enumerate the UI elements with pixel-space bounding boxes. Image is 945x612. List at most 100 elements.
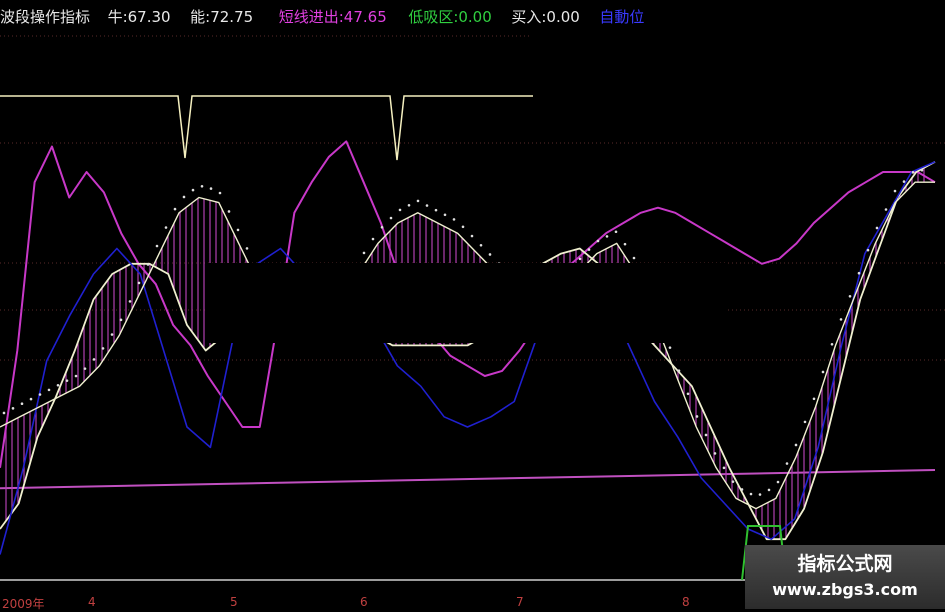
dot-point xyxy=(119,318,123,322)
x-tick: 6 xyxy=(360,595,368,609)
dot-point xyxy=(128,300,132,303)
dot-point xyxy=(578,257,582,261)
histogram-bars xyxy=(5,167,925,540)
dot-point xyxy=(155,244,159,248)
dot-point xyxy=(785,462,789,465)
dot-point xyxy=(605,235,609,238)
dot-point xyxy=(2,411,6,415)
dot-point xyxy=(398,208,402,212)
dot-point xyxy=(695,415,699,418)
dot-point xyxy=(461,225,465,229)
bull-value: 67.30 xyxy=(127,8,171,26)
dot-point xyxy=(722,466,726,470)
energy-label: 能: xyxy=(190,8,211,26)
dot-point xyxy=(488,253,492,256)
short-label: 短线进出: xyxy=(278,8,344,26)
dot-point xyxy=(470,234,474,238)
dot-point xyxy=(749,492,753,496)
masked-region xyxy=(207,263,727,343)
dot-point xyxy=(830,342,834,346)
x-tick: 2009年 xyxy=(2,597,45,611)
dot-point xyxy=(137,281,141,285)
dot-point xyxy=(29,397,33,401)
dot-point xyxy=(407,203,411,207)
dot-point xyxy=(227,210,231,213)
dot-point xyxy=(911,171,915,174)
dot-point xyxy=(902,180,906,183)
dot-point xyxy=(38,393,42,396)
x-tick: 7 xyxy=(516,595,524,609)
dot-point xyxy=(758,493,762,496)
dot-point xyxy=(452,218,456,221)
dot-point xyxy=(65,379,69,382)
dot-point xyxy=(677,369,681,373)
dot-point xyxy=(623,242,627,246)
dot-point xyxy=(164,226,168,229)
indicator-title: 波段操作指标 xyxy=(0,8,91,26)
short-value: 47.65 xyxy=(343,8,387,26)
dot-point xyxy=(416,199,420,203)
dot-point xyxy=(704,433,708,437)
bull-label: 牛: xyxy=(107,8,128,26)
dot-point xyxy=(434,208,438,212)
dot-point xyxy=(236,228,240,232)
dot-point xyxy=(218,191,222,195)
watermark: 指标公式网 www.zbgs3.com xyxy=(745,545,945,609)
dot-point xyxy=(209,187,213,190)
dot-point xyxy=(884,208,888,211)
dot-point xyxy=(857,271,861,275)
dot-point xyxy=(362,251,366,255)
dot-point xyxy=(110,333,114,336)
series-line xyxy=(0,161,936,555)
dot-point xyxy=(146,263,150,266)
dot-point xyxy=(803,420,807,424)
dot-point xyxy=(587,248,591,251)
dot-point xyxy=(596,239,600,243)
dot-point xyxy=(47,388,51,392)
dot-point xyxy=(92,358,96,361)
dot-point xyxy=(686,392,690,396)
dot-point xyxy=(443,213,447,217)
dot-point xyxy=(56,383,60,387)
dot-point xyxy=(839,318,843,321)
series-lines xyxy=(0,140,936,555)
dot-point xyxy=(848,295,852,298)
dot-point xyxy=(479,243,483,247)
watermark-line2: www.zbgs3.com xyxy=(772,580,918,599)
dot-point xyxy=(20,402,24,406)
dot-point xyxy=(614,230,618,234)
dot-point xyxy=(875,226,879,230)
dot-point xyxy=(767,488,771,492)
dot-point xyxy=(668,346,672,349)
x-tick: 8 xyxy=(682,595,690,609)
dot-point xyxy=(83,367,87,370)
buy-label: 买入: xyxy=(511,8,547,26)
watermark-line1: 指标公式网 xyxy=(797,553,893,575)
indicator-header: 波段操作指标 牛:67.30 能:72.75 短线进出:47.65 低吸区: 0.… xyxy=(0,6,644,28)
energy-value: 72.75 xyxy=(210,8,254,26)
dot-point xyxy=(380,225,384,229)
dot-point xyxy=(200,184,204,188)
x-tick: 4 xyxy=(88,595,96,609)
dot-point xyxy=(101,347,105,350)
dot-point xyxy=(740,488,744,491)
dot-point xyxy=(920,168,924,172)
dot-point xyxy=(893,189,897,193)
dot-point xyxy=(182,195,186,199)
dot-point xyxy=(191,188,195,192)
dot-point xyxy=(866,248,870,252)
dot-point xyxy=(389,216,393,220)
dot-point xyxy=(713,452,717,455)
truncated-label: 自動位 xyxy=(599,8,645,26)
x-tick: 5 xyxy=(230,595,238,609)
dot-point xyxy=(821,370,825,374)
reference-line xyxy=(0,469,936,490)
dot-point xyxy=(74,374,78,378)
series-line xyxy=(0,161,936,541)
buy-value: 0.00 xyxy=(546,8,580,26)
low-label: 低吸区: xyxy=(408,8,459,26)
step-line xyxy=(0,95,533,161)
dot-point xyxy=(371,237,375,241)
dot-point xyxy=(245,247,249,250)
dot-point xyxy=(632,256,636,260)
